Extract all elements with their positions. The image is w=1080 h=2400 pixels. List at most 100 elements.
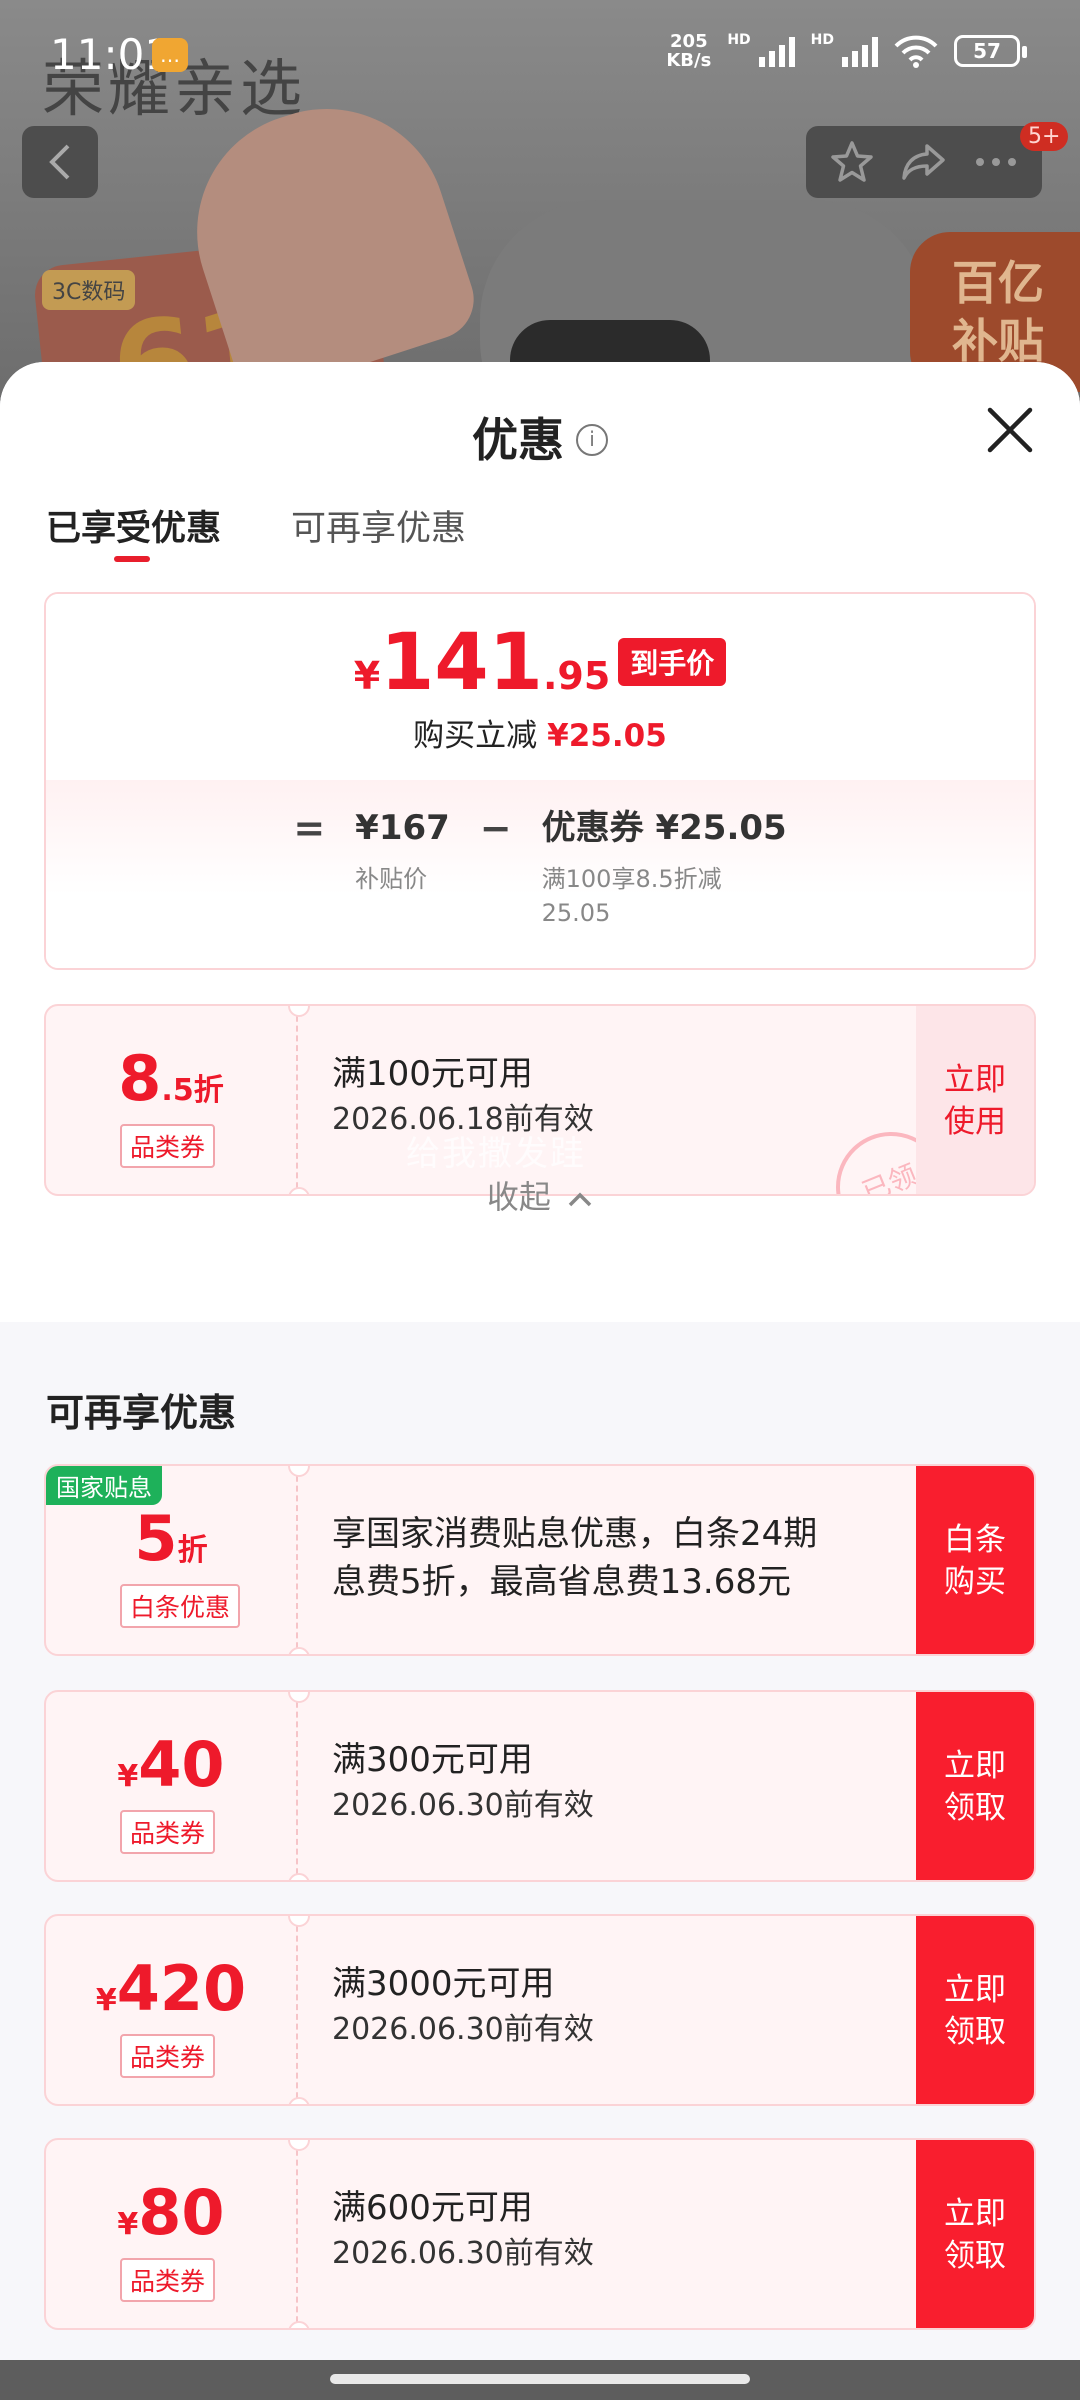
coupon-condition: 满100元可用 (332, 1054, 533, 1094)
applied-discount-panel: 优惠 i 已享受优惠 可再享优惠 ¥141.95 到手价 购买立减 ¥25.05 = … (0, 362, 1080, 1322)
coupon-deduction-column: 优惠券 ¥25.05 满100享8.5折减 25.05 (542, 808, 787, 930)
price-integer: 141 (380, 618, 543, 708)
coupon-divider (288, 1466, 310, 1654)
tab-applied-discounts[interactable]: 已享受优惠 (46, 500, 221, 562)
close-icon[interactable] (984, 404, 1036, 456)
collapse-button[interactable]: 收起 (0, 1172, 1080, 1218)
coupon-amount-small: .5折 (161, 1073, 224, 1108)
chevron-up-icon (568, 1192, 592, 1207)
chevron-left-icon (49, 144, 70, 180)
coupon-expiry: 2026.06.30前有效 (332, 2012, 594, 2047)
notification-count-badge: 5+ (1020, 122, 1069, 151)
coupon-amount-big: 420 (116, 1952, 247, 2025)
more-icon[interactable] (972, 152, 1020, 172)
reduction-label: 购买立减 (413, 718, 538, 754)
coupon-divider (288, 1006, 310, 1194)
coupon-deduction-desc: 满100享8.5折减 25.05 (542, 862, 787, 930)
hd-label-2: HD (810, 32, 834, 48)
wifi-icon (894, 35, 938, 68)
reduction-value: ¥25.05 (547, 718, 667, 754)
price-formula: = ¥167 补贴价 − 优惠券 ¥25.05 满100享8.5折减 25.05 (46, 808, 1034, 930)
promo-tag: 3C数码 (42, 270, 136, 310)
coupon-amount-big: 40 (138, 1728, 225, 1801)
coupon-amount: 5折 (46, 1502, 296, 1575)
status-bar: 11:01 … 205 KB/s HD HD 57 (0, 0, 1080, 100)
cell-signal-icon (758, 35, 795, 67)
navigation-bar (0, 2360, 1080, 2400)
star-icon[interactable] (828, 138, 876, 186)
coupon-expiry: 2026.06.30前有效 (332, 1788, 594, 1823)
subsidy-badge-line1: 百亿 (952, 256, 1044, 310)
coupon-card: 国家贴息 5折 白条优惠 享国家消费贴息优惠，白条24期 息费5折，最高省息费13.68… (44, 1464, 1036, 1656)
base-price: ¥167 (355, 808, 450, 848)
coupon-amount-block: ¥80 品类券 (46, 2140, 296, 2328)
status-icons: 205 KB/s HD HD 57 (666, 32, 1027, 70)
use-now-button[interactable]: 立即使用 (916, 1006, 1034, 1194)
minus-sign: − (479, 806, 512, 850)
coupon-condition: 满3000元可用 (332, 1964, 555, 2004)
coupon-type-tag: 品类券 (120, 1810, 216, 1854)
coupon-amount-block: ¥40 品类券 (46, 1692, 296, 1880)
coupon-amount-big: 5 (134, 1502, 178, 1575)
battery-icon: 57 (954, 35, 1027, 67)
collapse-label: 收起 (486, 1178, 551, 1216)
coupon-amount-block: ¥420 品类券 (46, 1916, 296, 2104)
sheet-title-text: 优惠 (472, 413, 564, 467)
watermark-text: 给我撒发跬 (406, 1134, 586, 1174)
coupon-details: 享国家消费贴息优惠，白条24期 息费5折，最高省息费13.68元 (332, 1510, 952, 1606)
coupon-expiry: 息费5折，最高省息费13.68元 (332, 1562, 791, 1602)
coupon-amount: ¥420 (46, 1952, 296, 2025)
price-summary-card: ¥141.95 到手价 购买立减 ¥25.05 = ¥167 补贴价 − 优惠券 ¥… (44, 592, 1036, 970)
coupon-condition: 满300元可用 (332, 1740, 533, 1780)
coupon-card: ¥420 品类券 满3000元可用 2026.06.30前有效 立即领取 (44, 1914, 1036, 2106)
coupon-card: ¥80 品类券 满600元可用 2026.06.30前有效 立即领取 (44, 2138, 1036, 2330)
coupon-condition: 享国家消费贴息优惠，白条24期 (332, 1514, 818, 1554)
home-indicator[interactable] (330, 2374, 750, 2384)
coupon-amount-big: 8 (118, 1042, 162, 1115)
coupon-expiry: 2026.06.30前有效 (332, 2236, 594, 2271)
coupon-amount: ¥80 (46, 2176, 296, 2249)
instant-reduction: 购买立减 ¥25.05 (46, 710, 1034, 755)
claim-button[interactable]: 立即领取 (916, 2140, 1034, 2328)
price-formula-block: = ¥167 补贴价 − 优惠券 ¥25.05 满100享8.5折减 25.05 (46, 780, 1034, 968)
coupon-divider (288, 2140, 310, 2328)
coupon-amount: ¥40 (46, 1728, 296, 1801)
final-price: ¥141.95 到手价 (46, 618, 1034, 708)
coupon-details: 满600元可用 2026.06.30前有效 (332, 2184, 952, 2276)
coupon-type-tag: 白条优惠 (120, 1584, 241, 1628)
claim-button[interactable]: 立即领取 (916, 1692, 1034, 1880)
discount-tabs: 已享受优惠 可再享优惠 (46, 500, 466, 562)
network-speed-value: 205 (670, 31, 708, 52)
share-icon[interactable] (899, 138, 949, 186)
chat-notification-icon: … (152, 38, 188, 72)
base-price-label: 补贴价 (355, 865, 428, 893)
more-discounts-title: 可再享优惠 (46, 1391, 237, 1435)
claim-button[interactable]: 白条购买 (916, 1466, 1034, 1654)
hd-label-1: HD (727, 32, 751, 48)
coupon-currency: ¥ (95, 1983, 117, 2018)
coupon-desc-line2: 25.05 (541, 899, 611, 927)
claim-button[interactable]: 立即领取 (916, 1916, 1034, 2104)
coupon-amount-big: 80 (138, 2176, 225, 2249)
coupon-amount-block: 8.5折 品类券 (46, 1006, 296, 1194)
coupon-currency: ¥ (117, 2207, 139, 2242)
coupon-divider (288, 1916, 310, 2104)
nav-action-group (806, 126, 1042, 198)
coupon-divider (288, 1692, 310, 1880)
network-speed: 205 KB/s (666, 32, 711, 70)
coupon-currency: ¥ (117, 1759, 139, 1794)
coupon-desc-line1: 满100享8.5折减 (541, 865, 722, 893)
price-decimal: .95 (542, 654, 611, 698)
coupon-type-tag: 品类券 (120, 2258, 216, 2302)
coupon-amount-block: 5折白条优惠 (46, 1466, 296, 1654)
final-price-tag: 到手价 (618, 638, 727, 686)
back-button[interactable] (22, 126, 98, 198)
currency-symbol: ¥ (353, 654, 381, 698)
equals-sign: = (293, 806, 326, 850)
cell-signal-2-icon (842, 35, 878, 67)
coupon-details: 满3000元可用 2026.06.30前有效 (332, 1960, 952, 2052)
coupon-deduction: 优惠券 ¥25.05 (541, 808, 787, 848)
tab-more-discounts[interactable]: 可再享优惠 (291, 500, 466, 551)
info-icon[interactable]: i (576, 423, 608, 456)
coupon-type-tag: 品类券 (120, 1124, 216, 1168)
